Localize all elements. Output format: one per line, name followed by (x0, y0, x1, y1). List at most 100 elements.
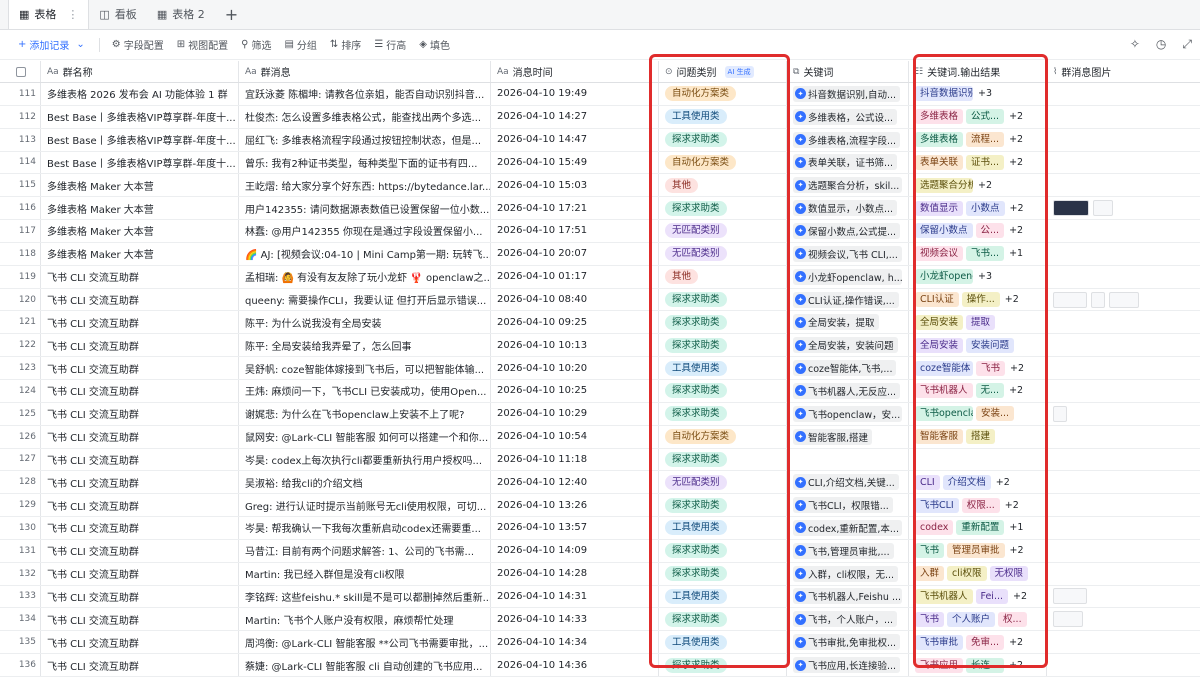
fill-color-button[interactable]: ◈ 填色 (419, 37, 450, 52)
keyword-chip[interactable]: ✦ 飞书应用,长连接验... (793, 657, 901, 674)
message-images-cell[interactable] (1047, 220, 1200, 242)
question-type-cell[interactable]: 工具使用类 (659, 357, 787, 379)
keywords-output-cell[interactable]: 入群 cli权限 无权限 (909, 562, 1047, 585)
keyword-chip[interactable]: ✦ 保留小数点,公式提... (793, 222, 901, 239)
question-type-cell[interactable]: 探求求助类 (659, 608, 787, 631)
keywords-output-cell[interactable]: 全局安装 安装问题 (909, 334, 1047, 357)
keywords-cell[interactable]: ✦ 视频会议,飞书 CLI,... (787, 242, 909, 265)
keywords-output-cell[interactable]: 飞书审批 免审... +2 (909, 631, 1047, 654)
keywords-output-cell[interactable]: codex 重新配置 +1 (909, 517, 1047, 539)
group-message-cell[interactable]: 王屹熠: 给大家分享个好东西: https://bytedance.lar... (239, 174, 491, 197)
message-images-cell[interactable] (1047, 152, 1200, 174)
keyword-chip[interactable]: ✦ 飞书，个人账户，... (793, 611, 898, 628)
table-row[interactable]: 123 飞书 CLI 交流互助群 吴舒帆: coze智能体嫁接到飞书后，可以把智… (0, 357, 1200, 380)
keywords-output-cell[interactable]: 多维表格 流程... +2 (909, 128, 1047, 151)
message-time-cell[interactable]: 2026-04-10 10:25 (491, 379, 659, 402)
more-tags-count[interactable]: +2 (1010, 545, 1024, 556)
group-name-cell[interactable]: Best Base丨多维表格VIP尊享群-年度十... (41, 151, 239, 174)
keywords-output-cell[interactable]: coze智能体 飞书 +2 (909, 357, 1047, 379)
question-type-cell[interactable]: 探求求助类 (659, 311, 787, 334)
keywords-output-cell[interactable]: 飞书机器人 Fei... +2 (909, 585, 1047, 608)
group-message-cell[interactable]: 周鸿衡: @Lark-CLI 智能客服 **公司飞书需要审批，... (239, 631, 491, 654)
message-time-cell[interactable]: 2026-04-10 08:40 (491, 288, 659, 311)
question-type-cell[interactable]: 探求求助类 (659, 494, 787, 517)
message-time-cell[interactable]: 2026-04-10 17:21 (491, 197, 659, 220)
group-name-cell[interactable]: 飞书 CLI 交流互助群 (41, 334, 239, 357)
table-row[interactable]: 115 多维表格 Maker 大本营 王屹熠: 给大家分享个好东西: https… (0, 174, 1200, 198)
group-name-cell[interactable]: 飞书 CLI 交流互助群 (41, 562, 239, 585)
message-time-cell[interactable]: 2026-04-10 11:18 (491, 448, 659, 471)
tab-table-2[interactable]: ▦ 表格 2 (147, 0, 215, 29)
keywords-output-cell[interactable]: 飞书CLI 权限... +2 (909, 494, 1047, 517)
more-tags-count[interactable]: +2 (1010, 203, 1024, 214)
more-tags-count[interactable]: +2 (1009, 225, 1023, 236)
group-message-cell[interactable]: 陈平: 全局安装给我弄晕了，怎么回事 (239, 334, 491, 357)
table-row[interactable]: 130 飞书 CLI 交流互助群 岑昊: 帮我确认一下我每次重新启动codex还… (0, 517, 1200, 540)
message-images-cell[interactable] (1047, 243, 1200, 265)
column-header-message-images[interactable]: ⌇ 群消息图片 (1047, 61, 1200, 82)
group-message-cell[interactable]: 宜跃泳菱 陈楣坤: 请教各位亲姐，能否自动识别抖音... (239, 83, 491, 105)
question-type-cell[interactable]: 探求求助类 (659, 448, 787, 471)
message-time-cell[interactable]: 2026-04-10 14:33 (491, 608, 659, 631)
question-type-cell[interactable]: 自动化方案类 (659, 83, 787, 105)
keywords-output-cell[interactable]: 智能客服 搭建 (909, 425, 1047, 448)
keyword-chip[interactable]: ✦ 飞书机器人,Feishu ... (793, 588, 902, 605)
message-images-cell[interactable] (1047, 631, 1200, 653)
keywords-output-cell[interactable]: 选题聚合分析 +2 (909, 174, 1047, 197)
table-row[interactable]: 118 多维表格 Maker 大本营 🌈 AJ: [视频会议:04-10 | M… (0, 242, 1200, 266)
more-tags-count[interactable]: +2 (1009, 637, 1023, 648)
message-images-cell[interactable] (1047, 174, 1200, 196)
table-row[interactable]: 122 飞书 CLI 交流互助群 陈平: 全局安装给我弄晕了，怎么回事 2026… (0, 334, 1200, 358)
question-type-cell[interactable]: 探求求助类 (659, 128, 787, 151)
checkbox[interactable] (16, 66, 26, 77)
keywords-output-cell[interactable]: 视频会议 飞书... +1 (909, 242, 1047, 265)
keywords-cell[interactable]: ✦ codex,重新配置,本... (787, 517, 909, 539)
group-message-cell[interactable]: 孟相瑞: 🙆 有没有友友除了玩小龙虾 🦞 openclaw之... (239, 265, 491, 288)
keywords-cell[interactable]: ✦ 抖音数据识别,自动... (787, 83, 909, 105)
group-message-cell[interactable]: 吴淑裕: 给我cli的介绍文档 (239, 471, 491, 494)
message-images-cell[interactable] (1047, 471, 1200, 493)
message-time-cell[interactable]: 2026-04-10 20:07 (491, 242, 659, 265)
more-tags-count[interactable]: +2 (1005, 500, 1019, 511)
history-icon[interactable]: ◷ (1156, 37, 1166, 52)
keywords-output-cell[interactable]: 全局安装 提取 (909, 311, 1047, 334)
more-tags-count[interactable]: +3 (978, 271, 992, 282)
table-row[interactable]: 127 飞书 CLI 交流互助群 岑昊: codex上每次执行cli都要重新执行… (0, 448, 1200, 472)
group-message-cell[interactable]: 鼠网安: @Lark-CLI 智能客服 如何可以搭建一个和你... (239, 425, 491, 448)
more-tags-count[interactable]: +2 (978, 180, 992, 191)
group-name-cell[interactable]: 飞书 CLI 交流互助群 (41, 471, 239, 494)
image-thumbnail[interactable] (1053, 405, 1067, 422)
add-record-button[interactable]: + 添加记录 ⌄ (18, 37, 85, 52)
table-row[interactable]: 120 飞书 CLI 交流互助群 queeny: 需要操作CLI，我要认证 但打… (0, 288, 1200, 312)
table-row[interactable]: 128 飞书 CLI 交流互助群 吴淑裕: 给我cli的介绍文档 2026-04… (0, 471, 1200, 495)
keyword-chip[interactable]: ✦ 智能客服,搭建 (793, 428, 873, 445)
question-type-cell[interactable]: 探求求助类 (659, 539, 787, 562)
keywords-cell[interactable]: ✦ 选题聚合分析，skil... (787, 174, 909, 197)
keywords-output-cell[interactable]: 抖音数据识别 +3 (909, 83, 1047, 105)
question-type-cell[interactable]: 探求求助类 (659, 402, 787, 425)
group-name-cell[interactable]: 飞书 CLI 交流互助群 (41, 288, 239, 311)
table-row[interactable]: 117 多维表格 Maker 大本营 林蠢: @用户142355 你现在是通过字… (0, 220, 1200, 243)
keywords-output-cell[interactable]: 数值显示 小数点 +2 (909, 197, 1047, 220)
message-images-cell[interactable] (1047, 426, 1200, 448)
group-name-cell[interactable]: 多维表格 Maker 大本营 (41, 242, 239, 265)
group-button[interactable]: ▤ 分组 (284, 37, 316, 52)
message-time-cell[interactable]: 2026-04-10 14:28 (491, 562, 659, 585)
keywords-cell[interactable]: ✦ 入群，cli权限，无... (787, 562, 909, 585)
keywords-cell[interactable]: ✦ 多维表格，公式设... (787, 105, 909, 128)
keyword-chip[interactable]: ✦ 全局安装，提取 (793, 314, 879, 331)
fullscreen-icon[interactable]: ⤢ (1182, 37, 1192, 52)
group-message-cell[interactable]: 岑昊: 帮我确认一下我每次重新启动codex还需要重... (239, 517, 491, 539)
image-thumbnail[interactable] (1053, 611, 1083, 628)
keywords-output-cell[interactable]: 小龙虾openclaw +3 (909, 265, 1047, 288)
message-time-cell[interactable]: 2026-04-10 15:49 (491, 151, 659, 174)
keywords-output-cell[interactable]: 多维表格 公式... +2 (909, 105, 1047, 128)
keyword-chip[interactable]: ✦ 飞书openclaw，安... (793, 405, 902, 422)
keywords-cell[interactable]: ✦ 飞书机器人,Feishu ... (787, 585, 909, 608)
keywords-output-cell[interactable] (909, 448, 1047, 471)
keywords-cell[interactable]: ✦ 飞书,管理员审批,... (787, 539, 909, 562)
sort-button[interactable]: ⇅ 排序 (330, 37, 361, 52)
select-all-checkbox[interactable] (0, 61, 41, 82)
column-header-message-time[interactable]: Aa 消息时间 (491, 61, 659, 82)
more-tags-count[interactable]: +2 (1009, 660, 1023, 671)
